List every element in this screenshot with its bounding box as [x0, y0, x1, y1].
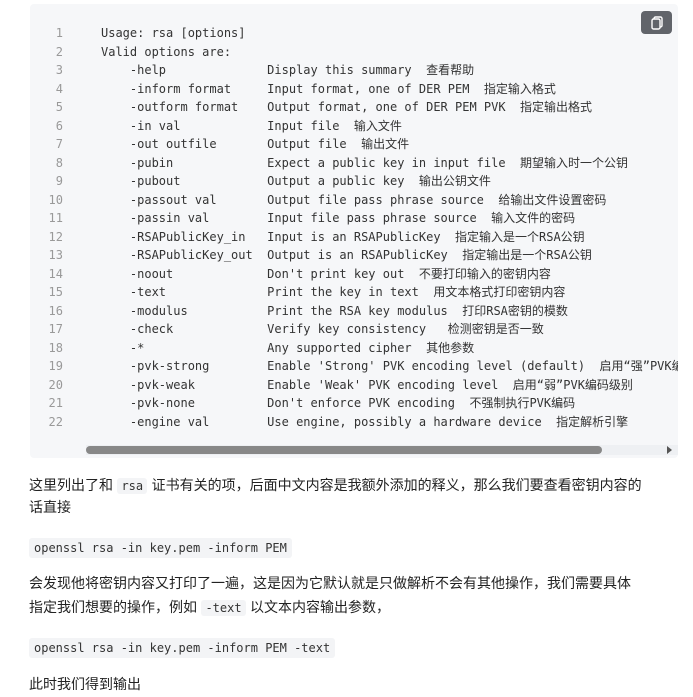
code-text: -help Display this summary 查看帮助 [101, 63, 475, 77]
code-line: 8 -pubin Expect a public key in input fi… [30, 154, 678, 173]
code-text: -modulus Print the RSA key modulus 打印RSA… [101, 303, 568, 318]
code-text: -outform format Output format, one of DE… [101, 100, 593, 114]
line-number: 3 [55, 63, 63, 77]
code-line: 9 -pubout Output a public key 输出公钥文件 [30, 172, 678, 191]
code-text: -text Print the key in text 用文本格式打印密钥内容 [101, 285, 566, 299]
code-line: 5 -outform format Output format, one of … [30, 98, 678, 117]
line-number: 6 [55, 118, 63, 133]
code-text: -RSAPublicKey_out Output is an RSAPublic… [101, 248, 592, 262]
line-number: 19 [48, 359, 63, 373]
paragraph-3: 此时我们得到输出 [29, 674, 679, 696]
code-text: -pubin Expect a public key in input file… [101, 155, 629, 170]
line-number: 9 [55, 174, 63, 188]
code-line: 12 -RSAPublicKey_in Input is an RSAPubli… [30, 228, 678, 247]
line-number: 10 [48, 192, 63, 207]
code-text: -passout val Output file pass phrase sou… [101, 192, 607, 207]
code-text: -pvk-weak Enable 'Weak' PVK encoding lev… [101, 377, 633, 392]
code-line: 13 -RSAPublicKey_out Output is an RSAPub… [30, 246, 678, 265]
copy-icon [651, 16, 663, 30]
line-number: 11 [48, 211, 63, 225]
line-number: 4 [55, 81, 63, 96]
code-text: -check Verify key consistency 检测密钥是否一致 [101, 322, 544, 336]
line-number: 16 [48, 303, 63, 318]
code-line: 3 -help Display this summary 查看帮助 [30, 61, 678, 80]
line-number: 1 [55, 26, 63, 40]
code-text: -pvk-none Don't enforce PVK encoding 不强制… [101, 396, 576, 410]
code-text: -RSAPublicKey_in Input is an RSAPublicKe… [101, 229, 585, 244]
code-text: Valid options are: [101, 44, 232, 59]
code-line: 18 -* Any supported cipher 其他参数 [30, 339, 678, 358]
paragraph-text: 话直接 [29, 500, 71, 516]
line-number: 18 [48, 340, 63, 355]
code-text: -engine val Use engine, possibly a hardw… [101, 414, 629, 429]
line-number: 2 [55, 44, 63, 59]
code-line: 7 -out outfile Output file 输出文件 [30, 135, 678, 154]
scrollbar-thumb[interactable] [86, 446, 602, 454]
paragraph-1-line-1: 这里列出了和 rsa 证书有关的项，后面中文内容是我额外添加的释义，那么我们要查… [29, 475, 679, 497]
horizontal-scrollbar[interactable] [86, 445, 678, 455]
code-block: 1 Usage: rsa [options] 2 Valid options are:… [30, 4, 678, 458]
code-text: -out outfile Output file 输出文件 [101, 137, 410, 151]
code-lines: 1 Usage: rsa [options] 2 Valid options are:… [30, 24, 678, 434]
code-text: -pvk-strong Enable 'Strong' PVK encoding… [101, 359, 678, 373]
line-number: 8 [55, 155, 63, 170]
paragraph-text: 会发现他将密钥内容又打印了一遍，这是因为它默认就是只做解析不会有其他操作，我们需… [29, 576, 631, 592]
code-line: 4 -inform format Input format, one of DE… [30, 80, 678, 99]
inline-code-text: -text [201, 600, 246, 616]
code-text: -* Any supported cipher 其他参数 [101, 340, 475, 355]
code-line: 6 -in val Input file 输入文件 [30, 117, 678, 136]
paragraph-2-line-1: 会发现他将密钥内容又打印了一遍，这是因为它默认就是只做解析不会有其他操作，我们需… [29, 573, 679, 595]
code-text: -noout Don't print key out 不要打印输入的密钥内容 [101, 266, 551, 281]
line-number: 5 [55, 100, 63, 114]
code-text: -pubout Output a public key 输出公钥文件 [101, 174, 491, 188]
line-number: 21 [48, 396, 63, 410]
line-number: 7 [55, 137, 63, 151]
code-line: 19 -pvk-strong Enable 'Strong' PVK encod… [30, 357, 678, 376]
scroll-right-arrow-icon[interactable] [667, 446, 672, 454]
code-text: -in val Input file 输入文件 [101, 118, 402, 133]
line-number: 15 [48, 285, 63, 299]
command-box-1: openssl rsa -in key.pem -inform PEM [29, 538, 292, 558]
code-line: 11 -passin val Input file pass phrase so… [30, 209, 678, 228]
paragraph-2-line-2: 指定我们想要的操作，例如 -text 以文本内容输出参数， [29, 597, 679, 619]
code-line: 16 -modulus Print the RSA key modulus 打印… [30, 302, 678, 321]
code-line: 14 -noout Don't print key out 不要打印输入的密钥内… [30, 265, 678, 284]
paragraph-text: 证书有关的项，后面中文内容是我额外添加的释义，那么我们要查看密钥内容的 [147, 478, 642, 494]
code-text: -passin val Input file pass phrase sourc… [101, 211, 576, 225]
inline-code-rsa: rsa [117, 478, 148, 494]
code-line: 2 Valid options are: [30, 43, 678, 62]
code-line: 22 -engine val Use engine, possibly a ha… [30, 413, 678, 432]
paragraph-text: 以文本内容输出参数， [245, 600, 391, 616]
line-number: 13 [48, 248, 63, 262]
paragraph-text: 此时我们得到输出 [29, 677, 141, 693]
code-line: 20 -pvk-weak Enable 'Weak' PVK encoding … [30, 376, 678, 395]
command-box-2: openssl rsa -in key.pem -inform PEM -tex… [29, 638, 336, 658]
line-number: 14 [48, 266, 63, 281]
line-number: 22 [48, 414, 63, 429]
copy-button[interactable] [641, 11, 672, 34]
code-line: 10 -passout val Output file pass phrase … [30, 191, 678, 210]
code-line: 17 -check Verify key consistency 检测密钥是否一… [30, 320, 678, 339]
paragraph-text: 这里列出了和 [29, 478, 118, 494]
code-text: -inform format Input format, one of DER … [101, 81, 556, 96]
code-line: 21 -pvk-none Don't enforce PVK encoding … [30, 394, 678, 413]
code-line: 1 Usage: rsa [options] [30, 24, 678, 43]
line-number: 12 [48, 229, 63, 244]
code-text: Usage: rsa [options] [101, 26, 246, 40]
line-number: 17 [48, 322, 63, 336]
code-line: 15 -text Print the key in text 用文本格式打印密钥… [30, 283, 678, 302]
paragraph-1-line-2: 话直接 [29, 497, 679, 519]
paragraph-text: 指定我们想要的操作，例如 [29, 600, 202, 616]
line-number: 20 [48, 377, 63, 392]
